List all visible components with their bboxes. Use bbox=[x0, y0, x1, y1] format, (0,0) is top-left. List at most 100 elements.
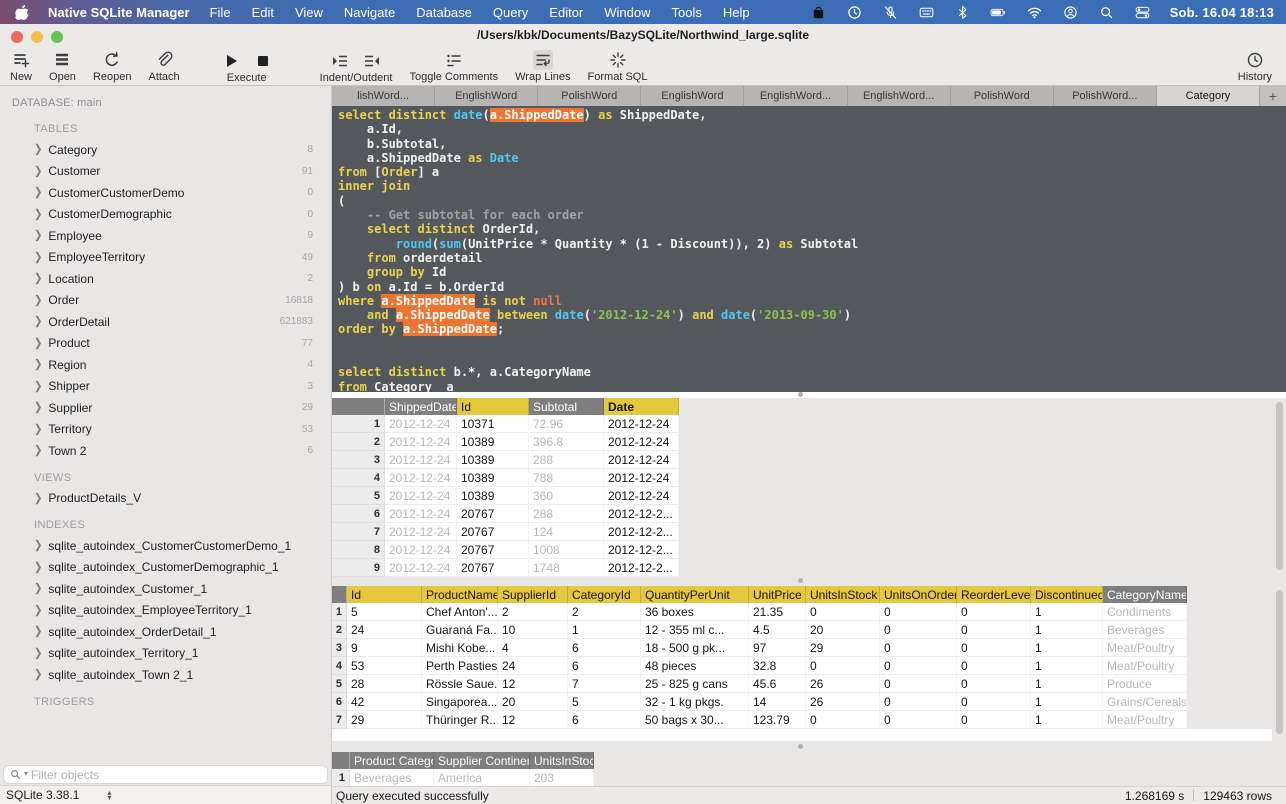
menu-database[interactable]: Database bbox=[416, 5, 472, 20]
cell-UnitPrice[interactable]: 123.79 bbox=[749, 711, 806, 729]
cell-UnitsInStock[interactable]: 26 bbox=[806, 675, 880, 693]
sidebar-item-Town 2[interactable]: ❯ Town 2 6 bbox=[10, 440, 321, 462]
search-icon[interactable] bbox=[1098, 4, 1115, 21]
scrollbar-thumb[interactable] bbox=[1276, 590, 1283, 734]
cell-CategoryId[interactable]: 6 bbox=[568, 639, 641, 657]
cell-Id[interactable]: 29 bbox=[347, 711, 422, 729]
cell-Id[interactable]: 5 bbox=[347, 603, 422, 621]
cell-Discontinued[interactable]: 1 bbox=[1031, 621, 1103, 639]
menu-window[interactable]: Window bbox=[604, 5, 650, 20]
chevron-right-icon[interactable]: ❯ bbox=[34, 380, 42, 393]
cell-UnitsInStock[interactable]: 203 bbox=[530, 769, 594, 787]
cell-CategoryId[interactable]: 1 bbox=[568, 621, 641, 639]
toggle-comments-button[interactable]: Toggle Comments bbox=[409, 50, 498, 83]
cell-CategoryName[interactable]: Condiments bbox=[1103, 603, 1187, 621]
chevron-right-icon[interactable]: ❯ bbox=[34, 208, 42, 221]
cell-QuantityPerUnit[interactable]: 48 pieces bbox=[641, 657, 749, 675]
cell-ShippedDate[interactable]: 2012-12-24 bbox=[385, 433, 457, 451]
tab-5-EnglishWord[interactable]: EnglishWord... bbox=[744, 86, 848, 106]
chevron-right-icon[interactable]: ❯ bbox=[34, 492, 42, 505]
cell-ShippedDate[interactable]: 2012-12-24 bbox=[385, 451, 457, 469]
open-button[interactable]: Open bbox=[49, 50, 76, 83]
table-row[interactable]: 6 2012-12-24 20767 288 2012-12-2... bbox=[332, 505, 679, 523]
chevron-right-icon[interactable]: ❯ bbox=[34, 186, 42, 199]
sidebar-item-sqlite_autoindex_CustomerCustomerDemo_1[interactable]: ❯ sqlite_autoindex_CustomerCustomerDemo_1 bbox=[10, 535, 321, 557]
column-header-UnitsInStock[interactable]: UnitsInStock bbox=[806, 586, 880, 603]
cell-Date[interactable]: 2012-12-24 bbox=[604, 451, 679, 469]
column-header-UnitsOnOrder[interactable]: UnitsOnOrder bbox=[880, 586, 957, 603]
wrap-lines-button[interactable]: Wrap Lines bbox=[515, 50, 571, 83]
cell-Id[interactable]: 53 bbox=[347, 657, 422, 675]
tab-2-EnglishWord[interactable]: EnglishWord bbox=[435, 86, 539, 106]
cell-Subtotal[interactable]: 788 bbox=[529, 469, 604, 487]
table-row[interactable]: 8 2012-12-24 20767 1008 2012-12-2... bbox=[332, 541, 679, 559]
format-sql-button[interactable]: Format SQL bbox=[588, 50, 647, 83]
sidebar-item-OrderDetail[interactable]: ❯ OrderDetail 621883 bbox=[10, 311, 321, 333]
chevron-right-icon[interactable]: ❯ bbox=[34, 647, 42, 660]
sidebar-item-CustomerCustomerDemo[interactable]: ❯ CustomerCustomerDemo 0 bbox=[10, 182, 321, 204]
cell-UnitsOnOrder[interactable]: 0 bbox=[880, 693, 957, 711]
chevron-right-icon[interactable]: ❯ bbox=[34, 561, 42, 574]
indent-outdent-button[interactable]: Indent/Outdent bbox=[320, 50, 392, 84]
splitter-handle-icon[interactable] bbox=[798, 392, 803, 397]
cell-ReorderLevel[interactable]: 0 bbox=[957, 711, 1031, 729]
table-row[interactable]: 3 9 Mishi Kobe... 4 6 18 - 500 g pk... 97 29 0 0 1… bbox=[332, 639, 1187, 657]
cell-Id[interactable]: 20767 bbox=[457, 541, 529, 559]
sidebar-item-Shipper[interactable]: ❯ Shipper 3 bbox=[10, 376, 321, 398]
cell-Discontinued[interactable]: 1 bbox=[1031, 711, 1103, 729]
battery-icon[interactable] bbox=[990, 4, 1007, 21]
column-header-SupplierId[interactable]: SupplierId bbox=[498, 586, 568, 603]
cell-UnitsInStock[interactable]: 26 bbox=[806, 693, 880, 711]
cell-SupplierId[interactable]: 24 bbox=[498, 657, 568, 675]
history-button[interactable]: History bbox=[1238, 50, 1272, 83]
column-header-CategoryId[interactable]: CategoryId bbox=[568, 586, 641, 603]
menu-edit[interactable]: Edit bbox=[252, 5, 274, 20]
cell-CategoryName[interactable]: Meat/Poultry bbox=[1103, 657, 1187, 675]
menu-editor[interactable]: Editor bbox=[549, 5, 583, 20]
table-row[interactable]: 7 2012-12-24 20767 124 2012-12-2... bbox=[332, 523, 679, 541]
menu-query[interactable]: Query bbox=[493, 5, 528, 20]
apple-menu-icon[interactable] bbox=[14, 4, 30, 20]
cell-ReorderLevel[interactable]: 0 bbox=[957, 693, 1031, 711]
cell-Id[interactable]: 20767 bbox=[457, 505, 529, 523]
cell-UnitsInStock[interactable]: 0 bbox=[806, 711, 880, 729]
cell-Id[interactable]: 20767 bbox=[457, 523, 529, 541]
cell-SupplierId[interactable]: 12 bbox=[498, 675, 568, 693]
cell-SupplierId[interactable]: 20 bbox=[498, 693, 568, 711]
wifi-icon[interactable] bbox=[1026, 4, 1043, 21]
menu-help[interactable]: Help bbox=[723, 5, 750, 20]
cell-UnitsOnOrder[interactable]: 0 bbox=[880, 657, 957, 675]
column-header-ProductName[interactable]: ProductName bbox=[422, 586, 498, 603]
cell-Subtotal[interactable]: 1748 bbox=[529, 559, 604, 577]
cell-SupplierId[interactable]: 10 bbox=[498, 621, 568, 639]
cell-CategoryName[interactable]: Beverages bbox=[1103, 621, 1187, 639]
cell-QuantityPerUnit[interactable]: 50 bags x 30... bbox=[641, 711, 749, 729]
chevron-right-icon[interactable]: ❯ bbox=[34, 401, 42, 414]
clock-text[interactable]: Sob. 16.04 18:13 bbox=[1170, 5, 1274, 20]
column-header-UnitsInStock[interactable]: UnitsInStock bbox=[530, 752, 594, 769]
cell-Id[interactable]: 24 bbox=[347, 621, 422, 639]
column-header-Subtotal[interactable]: Subtotal bbox=[529, 398, 604, 415]
attach-button[interactable]: Attach bbox=[148, 50, 180, 83]
sidebar-item-Order[interactable]: ❯ Order 16818 bbox=[10, 290, 321, 312]
cell-CategoryName[interactable]: Grains/Cereals bbox=[1103, 693, 1187, 711]
cell-ReorderLevel[interactable]: 0 bbox=[957, 639, 1031, 657]
menu-view[interactable]: View bbox=[295, 5, 323, 20]
chevron-right-icon[interactable]: ❯ bbox=[34, 539, 42, 552]
sidebar-item-Supplier[interactable]: ❯ Supplier 29 bbox=[10, 397, 321, 419]
table-row[interactable]: 1 2012-12-24 10371 72.96 2012-12-24 bbox=[332, 415, 679, 433]
cell-Id[interactable]: 10389 bbox=[457, 451, 529, 469]
sidebar-item-CustomerDemographic[interactable]: ❯ CustomerDemographic 0 bbox=[10, 204, 321, 226]
sidebar-item-ProductDetails_V[interactable]: ❯ ProductDetails_V bbox=[10, 488, 321, 510]
sidebar-item-Territory[interactable]: ❯ Territory 53 bbox=[10, 419, 321, 441]
table-row[interactable]: 7 29 Thüringer R... 12 6 50 bags x 30... 123.7… bbox=[332, 711, 1187, 729]
cell-QuantityPerUnit[interactable]: 36 boxes bbox=[641, 603, 749, 621]
cell-ShippedDate[interactable]: 2012-12-24 bbox=[385, 505, 457, 523]
cell-ShippedDate[interactable]: 2012-12-24 bbox=[385, 469, 457, 487]
cell-ReorderLevel[interactable]: 0 bbox=[957, 621, 1031, 639]
sidebar-item-Region[interactable]: ❯ Region 4 bbox=[10, 354, 321, 376]
cell-QuantityPerUnit[interactable]: 12 - 355 ml c... bbox=[641, 621, 749, 639]
cell-UnitPrice[interactable]: 21.35 bbox=[749, 603, 806, 621]
mic-muted-icon[interactable] bbox=[882, 4, 899, 21]
scrollbar-thumb[interactable] bbox=[1276, 402, 1283, 570]
